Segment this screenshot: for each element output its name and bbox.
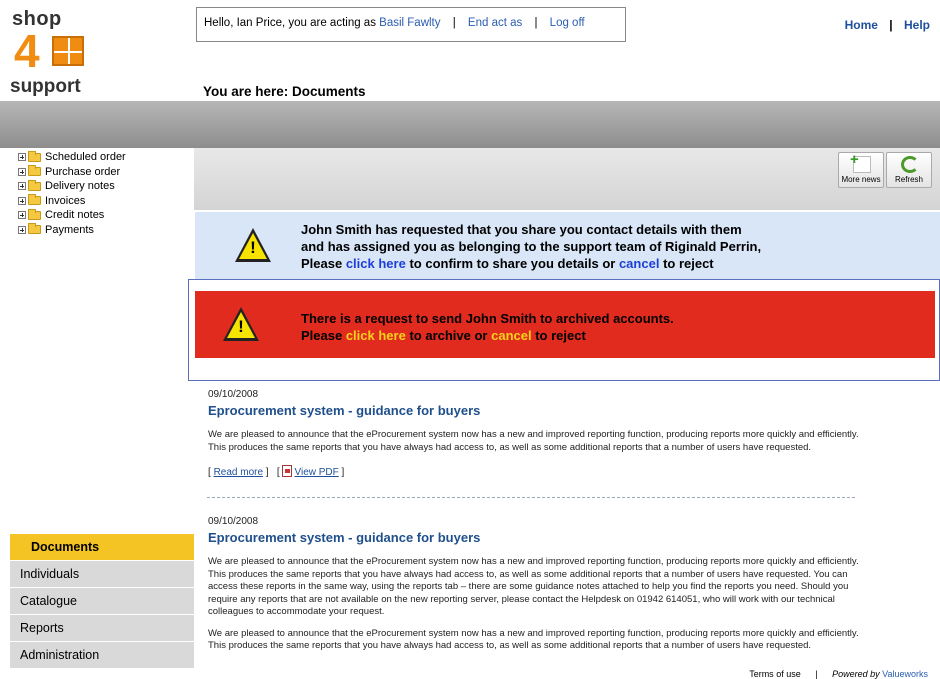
nav-item-documents[interactable]: Documents [10,534,194,561]
help-link[interactable]: Help [904,18,930,32]
refresh-label: Refresh [894,175,923,184]
news-article: 09/10/2008 Eprocurement system - guidanc… [208,516,888,662]
nav-item-reports[interactable]: Reports [10,615,194,642]
cancel-share-link[interactable]: cancel [619,256,659,271]
folder-icon [28,179,41,191]
log-off-link[interactable]: Log off [550,17,585,29]
expand-icon[interactable] [18,182,26,191]
expand-icon[interactable] [18,211,26,220]
end-act-as-link[interactable]: End act as [468,17,522,29]
text: to archive or [409,328,488,343]
warning-icon: ! [223,307,259,341]
text: Please [301,256,343,271]
greeting-text: Hello, Ian Price, you are acting as [204,17,376,29]
expand-icon[interactable] [18,167,26,176]
archive-notice-line2: Please click here to archive or cancel t… [301,327,674,344]
archive-request-panel: ! There is a request to send John Smith … [188,279,940,381]
cancel-archive-link[interactable]: cancel [491,328,531,343]
separator: | [452,17,456,29]
tree-item-payments[interactable]: Payments [18,223,126,238]
content-toolbar [194,148,940,210]
nav-item-administration[interactable]: Administration [10,642,194,669]
expand-icon[interactable] [18,225,26,234]
tree-item-purchase-order[interactable]: Purchase order [18,165,126,180]
article-date: 09/10/2008 [208,389,259,400]
shop4support-logo[interactable]: shop 4 support [8,8,98,98]
article-links: [ Read more ] [ View PDF ] [208,465,345,478]
share-notice-text: John Smith has requested that you share … [301,221,761,272]
home-link[interactable]: Home [845,18,878,32]
add-news-icon [850,151,871,173]
tree-item-delivery-notes[interactable]: Delivery notes [18,179,126,194]
share-request-notice: ! John Smith has requested that you shar… [195,212,940,279]
tree-item-label: Payments [45,223,94,236]
footer: Terms of use | Powered by Valueworks [749,669,928,679]
logo-digit: 4 [14,25,40,77]
folder-icon [28,208,41,220]
archive-request-notice: ! There is a request to send John Smith … [195,291,935,358]
refresh-icon [901,156,919,173]
news-article: 09/10/2008 Eprocurement system - guidanc… [208,389,888,480]
separator: | [889,18,893,32]
nav-item-catalogue[interactable]: Catalogue [10,588,194,615]
share-notice-line2: and has assigned you as belonging to the… [301,239,762,254]
share-notice-line1: John Smith has requested that you share … [301,222,742,237]
folder-tree: Scheduled order Purchase order Delivery … [18,150,126,237]
tree-item-label: Invoices [45,194,86,207]
tree-item-credit-notes[interactable]: Credit notes [18,208,126,223]
share-notice-line3: Please click here to confirm to share yo… [301,255,761,272]
view-pdf-link[interactable]: View PDF [294,467,338,478]
text: to reject [663,256,714,271]
folder-icon [28,150,41,162]
tree-item-label: Delivery notes [45,180,115,192]
text: to confirm to share you details or [409,256,616,271]
article-title[interactable]: Eprocurement system - guidance for buyer… [208,404,888,418]
folder-icon [28,194,41,206]
logo-text-support: support [10,76,81,97]
terms-of-use-link[interactable]: Terms of use [749,669,801,679]
article-body: We are pleased to announce that the ePro… [208,627,859,652]
powered-by-text: Powered by [832,669,880,679]
article-body: We are pleased to announce that the ePro… [208,429,859,453]
read-more-link[interactable]: Read more [214,467,263,478]
warning-icon: ! [235,228,271,262]
tree-item-invoices[interactable]: Invoices [18,194,126,209]
acting-as-link[interactable]: Basil Fawlty [379,17,440,29]
text: Please [301,328,343,343]
nav-item-individuals[interactable]: Individuals [10,561,194,588]
article-divider [207,497,855,498]
top-links: Home | Help [845,18,930,32]
more-news-button[interactable]: More news [838,151,884,188]
article-title[interactable]: Eprocurement system - guidance for buyer… [208,531,888,545]
tree-item-scheduled-order[interactable]: Scheduled order [18,150,126,165]
separator: | [534,17,538,29]
tree-item-label: Scheduled order [45,151,126,163]
logo-basket-icon [52,36,84,66]
confirm-archive-link[interactable]: click here [346,328,406,343]
expand-icon[interactable] [18,196,26,205]
breadcrumb: You are here: Documents [203,84,366,99]
expand-icon[interactable] [18,153,26,162]
tree-item-label: Credit notes [45,209,105,221]
article-date: 09/10/2008 [208,516,259,527]
header-band [0,101,940,148]
text: to reject [535,328,586,343]
pdf-icon [282,465,293,477]
article-body: We are pleased to announce that the ePro… [208,556,859,617]
main-nav: Documents Individuals Catalogue Reports … [10,534,194,669]
tree-item-label: Purchase order [45,165,121,178]
more-news-label: More news [841,175,881,184]
archive-notice-text: There is a request to send John Smith to… [301,310,674,344]
confirm-share-link[interactable]: click here [346,256,406,271]
folder-icon [28,165,41,177]
separator: | [815,669,818,679]
folder-icon [28,223,41,235]
refresh-button[interactable]: Refresh [886,152,932,188]
archive-notice-line1: There is a request to send John Smith to… [301,311,674,326]
valueworks-link[interactable]: Valueworks [882,669,928,679]
session-bar: Hello, Ian Price, you are acting as Basi… [196,7,626,42]
